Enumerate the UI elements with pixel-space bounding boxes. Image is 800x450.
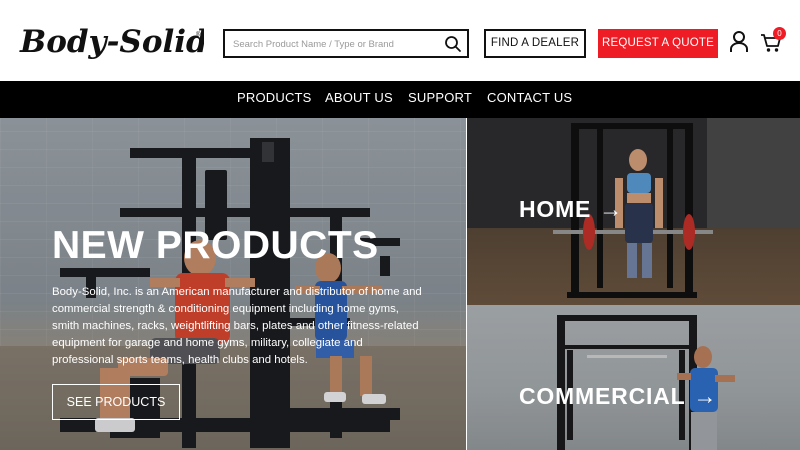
user-icon[interactable]: [729, 30, 749, 54]
hero-description: Body-Solid, Inc. is an American manufact…: [52, 286, 422, 366]
request-quote-button[interactable]: REQUEST A QUOTE: [598, 29, 718, 58]
nav-item-about-us[interactable]: ABOUT US: [325, 81, 393, 118]
logo-wordmark: Body-Solid ®: [19, 24, 204, 60]
nav-item-products[interactable]: PRODUCTS: [237, 81, 312, 118]
commercial-rack-photo: [467, 305, 800, 450]
svg-text:®: ®: [196, 31, 201, 38]
commercial-category-tile[interactable]: COMMERCIAL →: [467, 305, 800, 450]
commercial-label-text: COMMERCIAL: [519, 383, 686, 409]
hero-title: NEW PRODUCTS: [52, 224, 379, 267]
hero-banner: NEW PRODUCTS Body-Solid, Inc. is an Amer…: [0, 118, 466, 450]
see-products-button[interactable]: SEE PRODUCTS: [52, 384, 180, 420]
home-rack-photo: [467, 118, 800, 305]
search-box: [223, 29, 469, 58]
main-nav: PRODUCTS ABOUT US SUPPORT CONTACT US: [0, 81, 800, 118]
search-input[interactable]: [233, 35, 433, 53]
home-category-tile[interactable]: HOME →: [467, 118, 800, 305]
cart-count-badge: 0: [773, 27, 786, 40]
site-header: Body-Solid ® FIND A DEALER REQUEST A QUO…: [0, 0, 800, 81]
search-icon[interactable]: [444, 35, 462, 53]
nav-item-support[interactable]: SUPPORT: [408, 81, 472, 118]
find-dealer-button[interactable]: FIND A DEALER: [484, 29, 586, 58]
nav-item-contact-us[interactable]: CONTACT US: [487, 81, 572, 118]
body-solid-logo[interactable]: Body-Solid ®: [18, 22, 204, 62]
home-label-text: HOME: [519, 196, 592, 222]
arrow-right-icon: →: [693, 383, 718, 409]
commercial-tile-label[interactable]: COMMERCIAL →: [519, 383, 717, 410]
home-tile-label[interactable]: HOME →: [519, 196, 623, 223]
arrow-right-icon: →: [599, 196, 624, 222]
svg-text:Body-Solid: Body-Solid: [19, 24, 204, 60]
